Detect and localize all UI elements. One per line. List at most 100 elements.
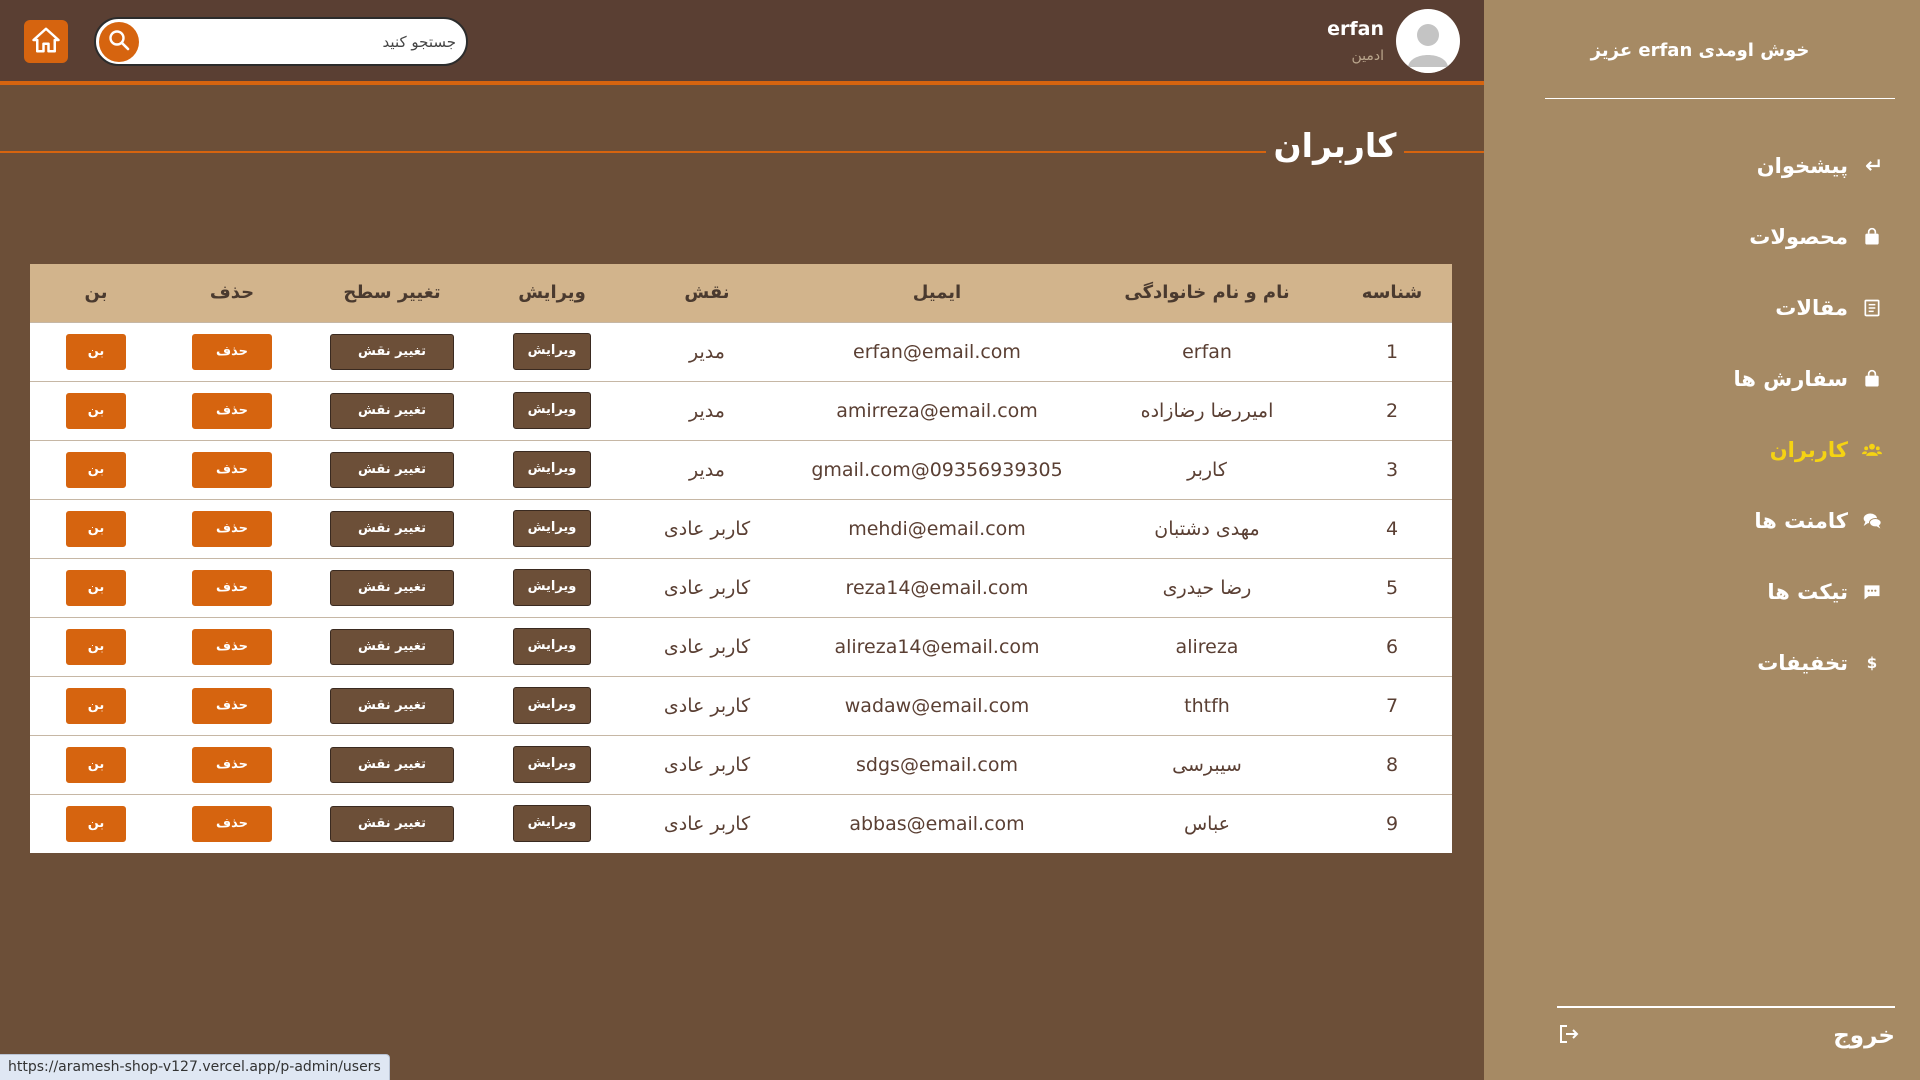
welcome-message: خوش اومدی erfan عزیز bbox=[1590, 40, 1810, 61]
title-divider-right bbox=[1404, 151, 1484, 153]
ban-button[interactable]: بن bbox=[66, 746, 126, 783]
column-header-email: ایمیل bbox=[912, 282, 962, 304]
ban-button[interactable]: بن bbox=[66, 805, 126, 842]
cell-role: مدیر bbox=[689, 458, 725, 481]
sidebar-item-label: تخفیفات bbox=[1757, 650, 1848, 675]
ban-button[interactable]: بن bbox=[66, 510, 126, 547]
edit-button[interactable]: ویرایش bbox=[513, 746, 591, 783]
edit-button[interactable]: ویرایش bbox=[513, 333, 591, 370]
delete-button[interactable]: حذف bbox=[192, 687, 272, 724]
sidebar-item-tickets[interactable]: تیکت ها bbox=[1554, 556, 1884, 627]
change-role-button[interactable]: تغییر نقش bbox=[330, 451, 454, 488]
home-icon bbox=[31, 25, 61, 59]
change-role-button[interactable]: تغییر نقش bbox=[330, 569, 454, 606]
column-header-role: نقش bbox=[684, 282, 730, 304]
change-role-button[interactable]: تغییر نقش bbox=[330, 628, 454, 665]
delete-button[interactable]: حذف bbox=[192, 333, 272, 370]
table-row: 4 مهدی دشتبان mehdi@email.com کاربر عادی… bbox=[30, 499, 1452, 558]
sidebar-item-comments[interactable]: کامنت ها bbox=[1554, 485, 1884, 556]
search-input[interactable] bbox=[146, 25, 456, 58]
ban-button[interactable]: بن bbox=[66, 333, 126, 370]
user-profile[interactable]: erfan ادمین bbox=[1327, 9, 1460, 73]
change-role-button[interactable]: تغییر نقش bbox=[330, 805, 454, 842]
column-header-id: شناسه bbox=[1361, 282, 1423, 304]
edit-button[interactable]: ویرایش bbox=[513, 392, 591, 429]
delete-button[interactable]: حذف bbox=[192, 805, 272, 842]
search-box bbox=[94, 17, 468, 66]
search-button[interactable] bbox=[99, 22, 139, 62]
cell-id: 9 bbox=[1385, 812, 1399, 835]
sidebar-item-label: کامنت ها bbox=[1754, 508, 1848, 533]
users-icon bbox=[1860, 438, 1884, 462]
delete-button[interactable]: حذف bbox=[192, 510, 272, 547]
delete-button[interactable]: حذف bbox=[192, 746, 272, 783]
table-row: 6 alireza alireza14@email.com کاربر عادی… bbox=[30, 617, 1452, 676]
cell-role: کاربر عادی bbox=[663, 635, 751, 658]
dollar-icon: $ bbox=[1860, 651, 1884, 675]
ban-button[interactable]: بن bbox=[66, 392, 126, 429]
sidebar-item-discounts[interactable]: $ تخفیفات bbox=[1554, 627, 1884, 698]
edit-button[interactable]: ویرایش bbox=[513, 687, 591, 724]
table-row: 9 عباس abbas@email.com کاربر عادی ویرایش… bbox=[30, 794, 1452, 853]
cell-email: mehdi@email.com bbox=[848, 517, 1026, 540]
cell-name: کاربر bbox=[1187, 458, 1227, 481]
cell-name: مهدی دشتبان bbox=[1154, 517, 1260, 540]
svg-text:$: $ bbox=[1867, 654, 1877, 672]
status-bar-url: https://aramesh-shop-v127.vercel.app/p-a… bbox=[0, 1054, 390, 1080]
cell-email: abbas@email.com bbox=[849, 812, 1025, 835]
table-row: 8 سیبرسی sdgs@email.com کاربر عادی ویرای… bbox=[30, 735, 1452, 794]
column-header-change-level: تغییر سطح bbox=[343, 282, 441, 304]
sidebar-item-label: تیکت ها bbox=[1767, 579, 1848, 604]
home-button[interactable] bbox=[24, 20, 68, 63]
comments-icon bbox=[1860, 509, 1884, 533]
title-divider-left bbox=[0, 151, 1266, 153]
change-role-button[interactable]: تغییر نقش bbox=[330, 392, 454, 429]
users-table: شناسه نام و نام خانوادگی ایمیل نقش ویرای… bbox=[30, 264, 1452, 853]
edit-button[interactable]: ویرایش bbox=[513, 510, 591, 547]
table-row: 5 رضا حیدری reza14@email.com کاربر عادی … bbox=[30, 558, 1452, 617]
sidebar-item-articles[interactable]: مقالات bbox=[1554, 272, 1884, 343]
cell-role: کاربر عادی bbox=[663, 694, 751, 717]
cell-role: کاربر عادی bbox=[663, 812, 751, 835]
change-role-button[interactable]: تغییر نقش bbox=[330, 510, 454, 547]
logout-button[interactable]: خروج bbox=[1557, 1022, 1895, 1050]
cell-id: 3 bbox=[1385, 458, 1399, 481]
sidebar-item-label: سفارش ها bbox=[1733, 366, 1848, 391]
return-arrow-icon bbox=[1860, 154, 1884, 178]
edit-button[interactable]: ویرایش bbox=[513, 628, 591, 665]
shopping-bag-icon bbox=[1860, 225, 1884, 249]
edit-button[interactable]: ویرایش bbox=[513, 805, 591, 843]
delete-button[interactable]: حذف bbox=[192, 569, 272, 606]
avatar[interactable] bbox=[1396, 9, 1460, 73]
sidebar-item-label: کاربران bbox=[1769, 437, 1848, 462]
change-role-button[interactable]: تغییر نقش bbox=[330, 333, 454, 370]
cell-name: سیبرسی bbox=[1172, 753, 1242, 776]
ban-button[interactable]: بن bbox=[66, 628, 126, 665]
edit-button[interactable]: ویرایش bbox=[513, 569, 591, 606]
search-icon bbox=[107, 28, 131, 56]
edit-button[interactable]: ویرایش bbox=[513, 451, 591, 488]
sidebar-item-label: محصولات bbox=[1749, 224, 1848, 249]
cell-email: gmail.com@09356939305 bbox=[811, 458, 1063, 481]
ban-button[interactable]: بن bbox=[66, 451, 126, 488]
change-role-button[interactable]: تغییر نقش bbox=[330, 746, 454, 783]
sidebar-item-products[interactable]: محصولات bbox=[1554, 201, 1884, 272]
sidebar-item-label: پیشخوان bbox=[1756, 153, 1848, 178]
ban-button[interactable]: بن bbox=[66, 687, 126, 724]
cell-id: 7 bbox=[1385, 694, 1399, 717]
sidebar-item-users[interactable]: کاربران bbox=[1554, 414, 1884, 485]
delete-button[interactable]: حذف bbox=[192, 392, 272, 429]
table-row: 7 thtfh wadaw@email.com کاربر عادی ویرای… bbox=[30, 676, 1452, 735]
column-header-edit: ویرایش bbox=[518, 282, 586, 304]
top-header: erfan ادمین bbox=[0, 0, 1484, 85]
change-role-button[interactable]: تغییر نقش bbox=[330, 687, 454, 724]
ban-button[interactable]: بن bbox=[66, 569, 126, 606]
sidebar-item-orders[interactable]: سفارش ها bbox=[1554, 343, 1884, 414]
user-role: ادمین bbox=[1351, 48, 1384, 64]
delete-button[interactable]: حذف bbox=[192, 451, 272, 488]
cell-id: 5 bbox=[1385, 576, 1399, 599]
logout-icon bbox=[1557, 1022, 1581, 1050]
column-header-name: نام و نام خانوادگی bbox=[1124, 282, 1290, 304]
delete-button[interactable]: حذف bbox=[192, 628, 272, 665]
sidebar-item-dashboard[interactable]: پیشخوان bbox=[1554, 130, 1884, 201]
